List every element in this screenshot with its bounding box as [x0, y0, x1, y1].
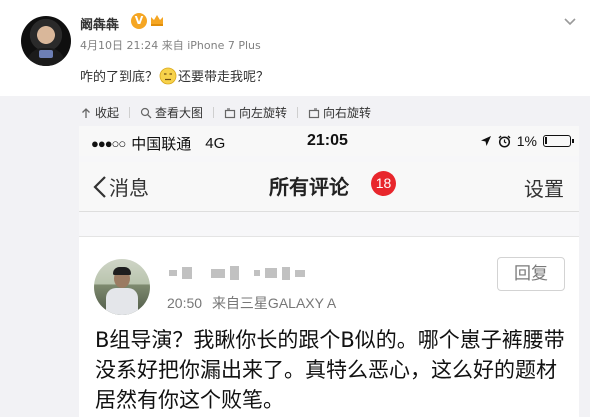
- rotate-left-icon: [224, 107, 236, 118]
- signal-strength: ●●●○○: [91, 136, 126, 151]
- comment-card: 20:50 来自三星GALAXY A 回复 B组导演？我瞅你长的跟个B似的。哪个…: [79, 236, 579, 417]
- post-content: 咋的了到底？ 还要带走我呢？: [80, 66, 269, 85]
- crown-icon: [151, 15, 163, 26]
- carrier-name: 中国联通: [131, 136, 192, 153]
- network-type: 4G: [205, 135, 226, 152]
- username[interactable]: 阚犇犇: [80, 14, 119, 33]
- settings-button[interactable]: 设置: [524, 173, 564, 202]
- arrow-up-icon: [82, 107, 90, 118]
- status-time: 21:05: [307, 132, 348, 149]
- post-text-after: 还要带走我呢？: [178, 70, 270, 85]
- chevron-down-icon[interactable]: [561, 13, 579, 31]
- battery-icon: [543, 135, 574, 147]
- back-label: 消息: [109, 176, 149, 200]
- rotate-right-icon: [308, 107, 320, 118]
- post-meta: 4月10日 21:24 来自 iPhone 7 Plus: [80, 37, 261, 53]
- comment-time: 20:50: [167, 295, 203, 311]
- collapse-button[interactable]: 收起: [80, 104, 119, 121]
- phone-status-bar: ●●●○○ 中国联通 4G 21:05 1%: [79, 126, 579, 156]
- post-device[interactable]: iPhone 7 Plus: [187, 39, 261, 52]
- toolbar-divider: [297, 107, 299, 118]
- frown-emoji-icon: [159, 67, 177, 85]
- toolbar-divider: [213, 107, 215, 118]
- comment-meta: 20:50 来自三星GALAXY A: [167, 293, 336, 313]
- zoom-in-icon: [140, 107, 152, 118]
- view-large-label: 查看大图: [155, 106, 204, 120]
- comment-text: B组导演？我瞅你长的跟个B似的。哪个崽子裤腰带没系好把你漏出来了。真特么恶心，这…: [95, 328, 565, 412]
- comment-source: 来自三星GALAXY A: [211, 295, 337, 311]
- rotate-left-button[interactable]: 向左旋转: [224, 104, 287, 121]
- rotate-right-label: 向右旋转: [323, 106, 372, 120]
- collapse-label: 收起: [95, 106, 120, 120]
- comments-navbar: 消息 所有评论 18 设置: [79, 162, 579, 212]
- rotate-left-label: 向左旋转: [239, 106, 288, 120]
- source-prefix: 来自: [161, 39, 184, 52]
- view-large-button[interactable]: 查看大图: [140, 104, 203, 121]
- user-avatar[interactable]: [21, 16, 71, 66]
- page-title: 所有评论: [269, 175, 349, 199]
- alarm-clock-icon: [498, 135, 511, 148]
- commenter-name-mosaic: [169, 263, 305, 283]
- weibo-post: 阚犇犇 V 4月10日 21:24 来自 iPhone 7 Plus 咋的了到底…: [0, 0, 590, 95]
- verified-badge-icon: V: [131, 13, 147, 29]
- image-toolbar: 收起 查看大图 向左旋转 向右旋转: [80, 104, 371, 121]
- back-button[interactable]: 消息: [93, 172, 149, 201]
- rotate-right-button[interactable]: 向右旋转: [308, 104, 371, 121]
- toolbar-divider: [129, 107, 131, 118]
- reply-button[interactable]: 回复: [497, 257, 565, 291]
- comment-count-badge: 18: [371, 171, 396, 196]
- location-arrow-icon: [480, 136, 491, 146]
- post-text-before: 咋的了到底？: [80, 70, 159, 85]
- post-timestamp[interactable]: 4月10日 21:24: [80, 39, 158, 52]
- chevron-left-icon: [93, 175, 106, 198]
- battery-percent: 1%: [516, 133, 537, 149]
- commenter-avatar[interactable]: [94, 259, 150, 315]
- attached-screenshot[interactable]: ●●●○○ 中国联通 4G 21:05 1% 消息 所有评论 18 设置 20:…: [79, 126, 579, 417]
